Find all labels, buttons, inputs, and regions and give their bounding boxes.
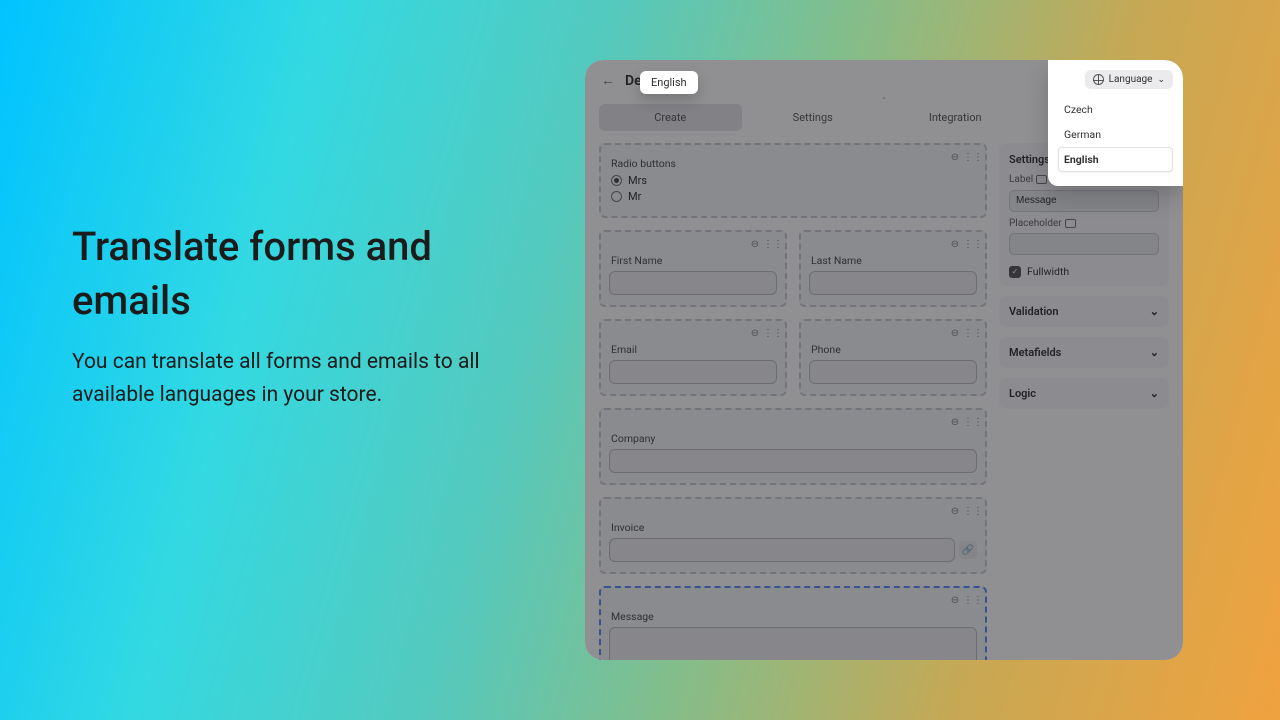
current-language-pill[interactable]: English <box>640 71 698 94</box>
tab-create[interactable]: Create <box>599 104 742 131</box>
drag-icon[interactable]: ⋮⋮ <box>967 416 979 428</box>
company-input[interactable] <box>609 449 977 473</box>
placeholder-field-label: Placeholder <box>1009 218 1159 229</box>
accordion-metafields[interactable]: Metafields ⌄ <box>999 337 1169 368</box>
block-company[interactable]: ⊖ ⋮⋮ Company <box>599 408 987 485</box>
form-canvas: ⊖ ⋮⋮ Radio buttons Mrs Mr ⊖ ⋮⋮ First Name <box>599 143 987 660</box>
message-textarea[interactable] <box>609 627 977 660</box>
collapse-icon[interactable]: ⊖ <box>749 238 761 250</box>
drag-icon[interactable]: ⋮⋮ <box>967 151 979 163</box>
drag-icon[interactable]: ⋮⋮ <box>967 238 979 250</box>
radio-block-title: Radio buttons <box>611 157 975 170</box>
collapse-icon[interactable]: ⊖ <box>949 151 961 163</box>
link-icon[interactable]: 🔗 <box>959 541 977 559</box>
first-name-input[interactable] <box>609 271 777 295</box>
block-radio-buttons[interactable]: ⊖ ⋮⋮ Radio buttons Mrs Mr <box>599 143 987 218</box>
marketing-subtext: You can translate all forms and emails t… <box>72 346 552 411</box>
first-name-label: First Name <box>611 254 775 267</box>
app-window: ← Demo - Create Settings Integration Emb… <box>585 60 1183 660</box>
check-icon: ✓ <box>1009 266 1021 278</box>
drag-icon[interactable]: ⋮⋮ <box>967 327 979 339</box>
accordion-logic[interactable]: Logic ⌄ <box>999 378 1169 409</box>
language-option-czech[interactable]: Czech <box>1058 97 1173 122</box>
drag-icon[interactable]: ⋮⋮ <box>967 594 979 606</box>
drag-icon[interactable]: ⋮⋮ <box>767 327 779 339</box>
marketing-headline: Translate forms and emails <box>72 220 552 328</box>
last-name-label: Last Name <box>811 254 975 267</box>
block-first-name[interactable]: ⊖ ⋮⋮ First Name <box>599 230 787 307</box>
block-email[interactable]: ⊖ ⋮⋮ Email <box>599 319 787 396</box>
settings-sidebar: Settings Label Placeholder ✓ Fullwidth V… <box>999 143 1169 660</box>
language-option-german[interactable]: German <box>1058 122 1173 147</box>
chevron-down-icon: ⌄ <box>1150 305 1159 318</box>
collapse-icon[interactable]: ⊖ <box>949 416 961 428</box>
fullwidth-checkbox[interactable]: ✓ Fullwidth <box>1009 265 1159 278</box>
language-option-english[interactable]: English <box>1058 147 1173 172</box>
drag-icon[interactable]: ⋮⋮ <box>767 238 779 250</box>
invoice-input[interactable] <box>609 538 955 562</box>
invoice-label: Invoice <box>611 521 975 534</box>
collapse-icon[interactable]: ⊖ <box>949 594 961 606</box>
radio-icon <box>611 175 622 186</box>
phone-label: Phone <box>811 343 975 356</box>
marketing-copy: Translate forms and emails You can trans… <box>72 220 552 411</box>
radio-option-mrs[interactable]: Mrs <box>611 174 975 187</box>
chevron-down-icon: ⌄ <box>1157 75 1165 85</box>
language-dropdown: Language ⌄ Czech German English <box>1048 60 1183 186</box>
last-name-input[interactable] <box>809 271 977 295</box>
radio-option-mr[interactable]: Mr <box>611 190 975 203</box>
block-last-name[interactable]: ⊖ ⋮⋮ Last Name <box>799 230 987 307</box>
tab-integration[interactable]: Integration <box>884 104 1027 131</box>
chevron-down-icon: ⌄ <box>1150 346 1159 359</box>
collapse-icon[interactable]: ⊖ <box>949 505 961 517</box>
translate-icon <box>1036 175 1047 184</box>
translate-icon <box>1065 219 1076 228</box>
back-icon[interactable]: ← <box>601 72 615 89</box>
email-input[interactable] <box>609 360 777 384</box>
company-label: Company <box>611 432 975 445</box>
accordion-validation[interactable]: Validation ⌄ <box>999 296 1169 327</box>
block-invoice[interactable]: ⊖ ⋮⋮ Invoice 🔗 <box>599 497 987 574</box>
radio-icon <box>611 191 622 202</box>
email-label: Email <box>611 343 775 356</box>
chevron-down-icon: ⌄ <box>1150 387 1159 400</box>
collapse-icon[interactable]: ⊖ <box>749 327 761 339</box>
language-button[interactable]: Language ⌄ <box>1085 70 1173 89</box>
placeholder-field-input[interactable] <box>1009 233 1159 255</box>
collapse-icon[interactable]: ⊖ <box>949 238 961 250</box>
drag-icon[interactable]: ⋮⋮ <box>967 505 979 517</box>
tab-settings-nav[interactable]: Settings <box>742 104 885 131</box>
collapse-icon[interactable]: ⊖ <box>949 327 961 339</box>
block-message[interactable]: ⊖ ⋮⋮ Message <box>599 586 987 660</box>
message-label: Message <box>611 610 975 623</box>
phone-input[interactable] <box>809 360 977 384</box>
label-field-input[interactable] <box>1009 190 1159 212</box>
block-phone[interactable]: ⊖ ⋮⋮ Phone <box>799 319 987 396</box>
globe-icon <box>1093 74 1104 85</box>
